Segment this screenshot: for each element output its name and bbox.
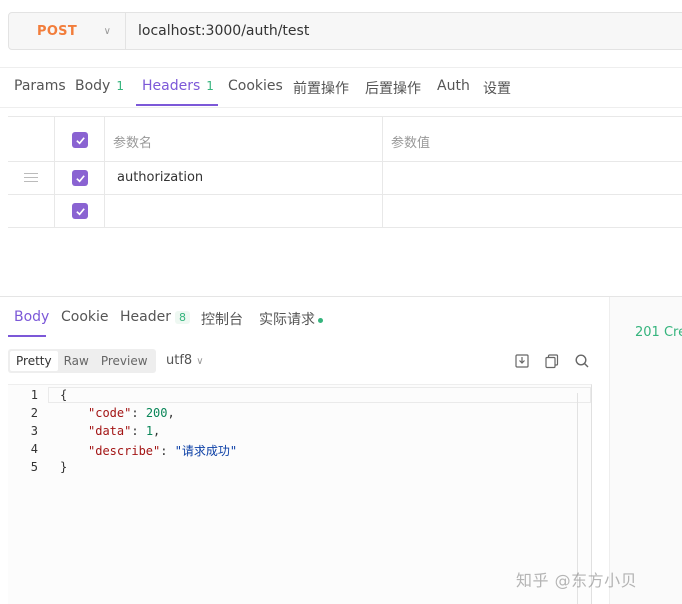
select-all-checkbox[interactable] bbox=[72, 132, 88, 148]
code-line: "data": 1, bbox=[88, 424, 161, 438]
tab-response-body[interactable]: Body bbox=[14, 309, 49, 325]
url-bar: POST ∨ localhost:3000/auth/test bbox=[8, 12, 682, 50]
tab-label: Body bbox=[14, 309, 50, 325]
table-header-row: 参数名 参数值 bbox=[8, 117, 682, 162]
format-pretty-button[interactable]: Pretty bbox=[10, 351, 58, 371]
drag-handle-icon[interactable] bbox=[24, 173, 38, 185]
json-key: "describe" bbox=[88, 444, 161, 458]
tab-label: Auth bbox=[437, 78, 470, 94]
column-divider bbox=[104, 162, 105, 194]
tab-count-badge: 8 bbox=[174, 311, 190, 324]
tab-pre-actions[interactable]: 前置操作 bbox=[293, 78, 349, 98]
method-label: POST bbox=[37, 23, 78, 39]
method-select[interactable]: POST ∨ bbox=[9, 13, 126, 49]
status-dot-icon bbox=[318, 317, 323, 323]
tab-label: Params bbox=[14, 78, 66, 94]
tab-response-cookie[interactable]: Cookie bbox=[61, 309, 109, 325]
copy-icon[interactable] bbox=[544, 353, 560, 369]
status-badge: 201 Cre bbox=[635, 325, 682, 340]
tab-label: Cookie bbox=[61, 309, 109, 325]
tab-count-badge: 1 bbox=[116, 79, 124, 93]
column-divider bbox=[54, 195, 55, 227]
tab-actual-request[interactable]: 实际请求 bbox=[259, 309, 323, 329]
search-icon[interactable] bbox=[574, 353, 590, 369]
column-divider bbox=[104, 117, 105, 161]
column-divider bbox=[54, 162, 55, 194]
line-number: 4 bbox=[30, 442, 38, 456]
row-checkbox[interactable] bbox=[72, 203, 88, 219]
url-input[interactable]: localhost:3000/auth/test bbox=[126, 23, 309, 39]
tab-label: Headers bbox=[142, 78, 201, 94]
column-divider bbox=[104, 195, 105, 227]
table-row bbox=[8, 195, 682, 228]
json-string: "请求成功" bbox=[174, 444, 238, 458]
tab-label: Cookies bbox=[228, 78, 283, 94]
code-line: "describe": "请求成功" bbox=[88, 444, 238, 458]
code-line: "code": 200, bbox=[88, 406, 175, 420]
json-key: "data" bbox=[88, 424, 132, 438]
tab-label: 实际请求 bbox=[259, 312, 315, 328]
chevron-down-icon: ∨ bbox=[196, 356, 204, 367]
encoding-select[interactable]: utf8 ∨ bbox=[166, 353, 204, 368]
watermark: 知乎 @东方小贝 bbox=[516, 571, 638, 590]
checkbox-checked-icon bbox=[75, 136, 85, 144]
column-divider bbox=[54, 117, 55, 161]
column-divider bbox=[382, 117, 383, 161]
tab-label: Header bbox=[120, 309, 171, 325]
format-raw-button[interactable]: Raw bbox=[58, 351, 95, 371]
format-preview-button[interactable]: Preview bbox=[95, 351, 154, 371]
divider bbox=[0, 296, 682, 297]
encoding-label: utf8 bbox=[166, 353, 193, 368]
request-tabs: Params Body 1 Headers 1 Cookies 前置操作 后置操作 … bbox=[0, 67, 682, 108]
code-line: { bbox=[60, 388, 67, 402]
format-toggle: Pretty Raw Preview bbox=[8, 349, 156, 373]
tab-count-badge: 1 bbox=[206, 79, 214, 93]
line-number: 2 bbox=[30, 406, 38, 420]
tab-cookies[interactable]: Cookies bbox=[228, 78, 283, 94]
tab-body[interactable]: Body 1 bbox=[75, 78, 124, 94]
download-icon[interactable] bbox=[514, 353, 530, 369]
column-divider bbox=[382, 195, 383, 227]
checkbox-checked-icon bbox=[75, 174, 85, 182]
tab-console[interactable]: 控制台 bbox=[201, 309, 243, 329]
table-row: authorization bbox=[8, 162, 682, 195]
tab-auth[interactable]: Auth bbox=[437, 78, 470, 94]
current-line-highlight bbox=[48, 387, 591, 403]
json-brace: { bbox=[60, 388, 68, 402]
code-line: } bbox=[60, 460, 67, 474]
tab-post-actions[interactable]: 后置操作 bbox=[365, 78, 421, 98]
tab-label: 设置 bbox=[483, 81, 511, 97]
chevron-down-icon: ∨ bbox=[103, 25, 111, 37]
json-number: 200 bbox=[145, 406, 168, 420]
column-divider bbox=[382, 162, 383, 194]
line-number: 3 bbox=[30, 424, 38, 438]
active-tab-indicator bbox=[136, 104, 218, 106]
headers-table: 参数名 参数值 authorization bbox=[8, 116, 682, 228]
column-header-value: 参数值 bbox=[391, 136, 431, 151]
response-meta-panel bbox=[609, 297, 682, 604]
tab-label: Body bbox=[75, 78, 111, 94]
tab-params[interactable]: Params bbox=[14, 78, 66, 94]
json-key: "code" bbox=[88, 406, 132, 420]
tab-settings[interactable]: 设置 bbox=[483, 78, 511, 98]
json-number: 1 bbox=[145, 424, 154, 438]
tab-label: 后置操作 bbox=[365, 81, 421, 97]
line-number: 5 bbox=[30, 460, 38, 474]
response-body-viewer[interactable]: 1 2 3 4 5 { "code": 200, "data": 1, "des… bbox=[8, 384, 592, 604]
line-number-gutter: 1 2 3 4 5 bbox=[8, 385, 48, 604]
column-header-name: 参数名 bbox=[113, 136, 153, 151]
row-checkbox[interactable] bbox=[72, 170, 88, 186]
json-brace: } bbox=[60, 460, 68, 474]
active-tab-indicator bbox=[8, 335, 46, 337]
checkbox-checked-icon bbox=[75, 207, 85, 215]
tab-label: 前置操作 bbox=[293, 81, 349, 97]
tab-label: 控制台 bbox=[201, 312, 243, 328]
tab-headers[interactable]: Headers 1 bbox=[142, 78, 214, 94]
param-name-input[interactable]: authorization bbox=[117, 170, 203, 185]
tab-response-header[interactable]: Header 8 bbox=[120, 309, 190, 325]
line-number: 1 bbox=[30, 388, 38, 402]
